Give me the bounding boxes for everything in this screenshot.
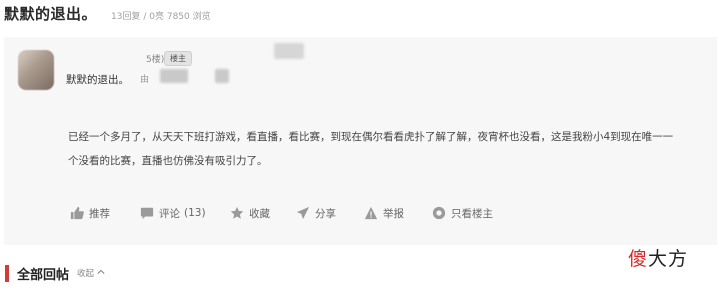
watermark-red-char: 傻: [628, 248, 649, 270]
comment-icon: [140, 207, 154, 220]
post-actions: 推荐 评论 (13) 收藏 分享 举报 只看楼主: [70, 203, 493, 223]
avatar[interactable]: [18, 50, 54, 90]
section-accent-bar: [5, 264, 9, 282]
view-count: 7850: [166, 12, 190, 22]
star-icon: [230, 206, 244, 219]
view-suffix: 浏览: [192, 12, 211, 22]
only-op-label: 只看楼主: [451, 207, 493, 220]
comment-label: 评论: [159, 207, 180, 220]
only-op-button[interactable]: 只看楼主: [432, 206, 493, 221]
eye-icon: [432, 206, 446, 220]
blurred-info: [274, 43, 304, 59]
share-button[interactable]: 分享: [296, 206, 364, 221]
thread-title: 默默的退出。: [4, 5, 98, 23]
chevron-up-icon: [97, 269, 105, 274]
thread-header: 默默的退出。 13回复 / 0亮 7850 浏览: [4, 3, 211, 29]
report-button[interactable]: 举报: [364, 206, 432, 221]
post-card: 5楼) 楼主 默默的退出。 由 已经一个多月了，从天天下班打游戏，看直播，看比赛…: [4, 37, 717, 245]
reply-count: 13回复: [111, 12, 141, 22]
thread-stats: 13回复 / 0亮 7850 浏览: [111, 9, 211, 22]
blurred-info: [215, 69, 229, 83]
collapse-toggle[interactable]: 收起: [77, 267, 105, 279]
share-label: 分享: [315, 207, 336, 220]
floor-number: 5楼): [146, 55, 165, 65]
watermark-text: 大方: [648, 248, 689, 270]
post-content: 已经一个多月了，从天天下班打游戏，看直播，看比赛，到现在偶尔看看虎扑了解了解，夜…: [68, 131, 674, 167]
all-replies-section: 全部回帖 收起: [0, 262, 719, 284]
blurred-info: [160, 69, 188, 83]
like-count: 0亮: [149, 12, 164, 22]
thumbs-up-icon: [70, 206, 84, 220]
recommend-button[interactable]: 推荐: [70, 206, 140, 221]
warning-icon: [364, 206, 378, 220]
favorite-button[interactable]: 收藏: [230, 206, 296, 221]
watermark: 傻大方: [628, 244, 688, 271]
op-badge: 楼主: [164, 51, 192, 66]
share-icon: [296, 206, 310, 220]
report-label: 举报: [383, 207, 404, 220]
comment-count: (13): [184, 207, 206, 219]
from-label: 由: [140, 75, 150, 85]
recommend-label: 推荐: [89, 207, 110, 220]
section-title: 全部回帖: [17, 267, 70, 283]
favorite-label: 收藏: [249, 207, 270, 220]
author-name[interactable]: 默默的退出。: [66, 72, 129, 87]
collapse-label: 收起: [77, 269, 95, 279]
comment-button[interactable]: 评论 (13): [140, 206, 230, 221]
